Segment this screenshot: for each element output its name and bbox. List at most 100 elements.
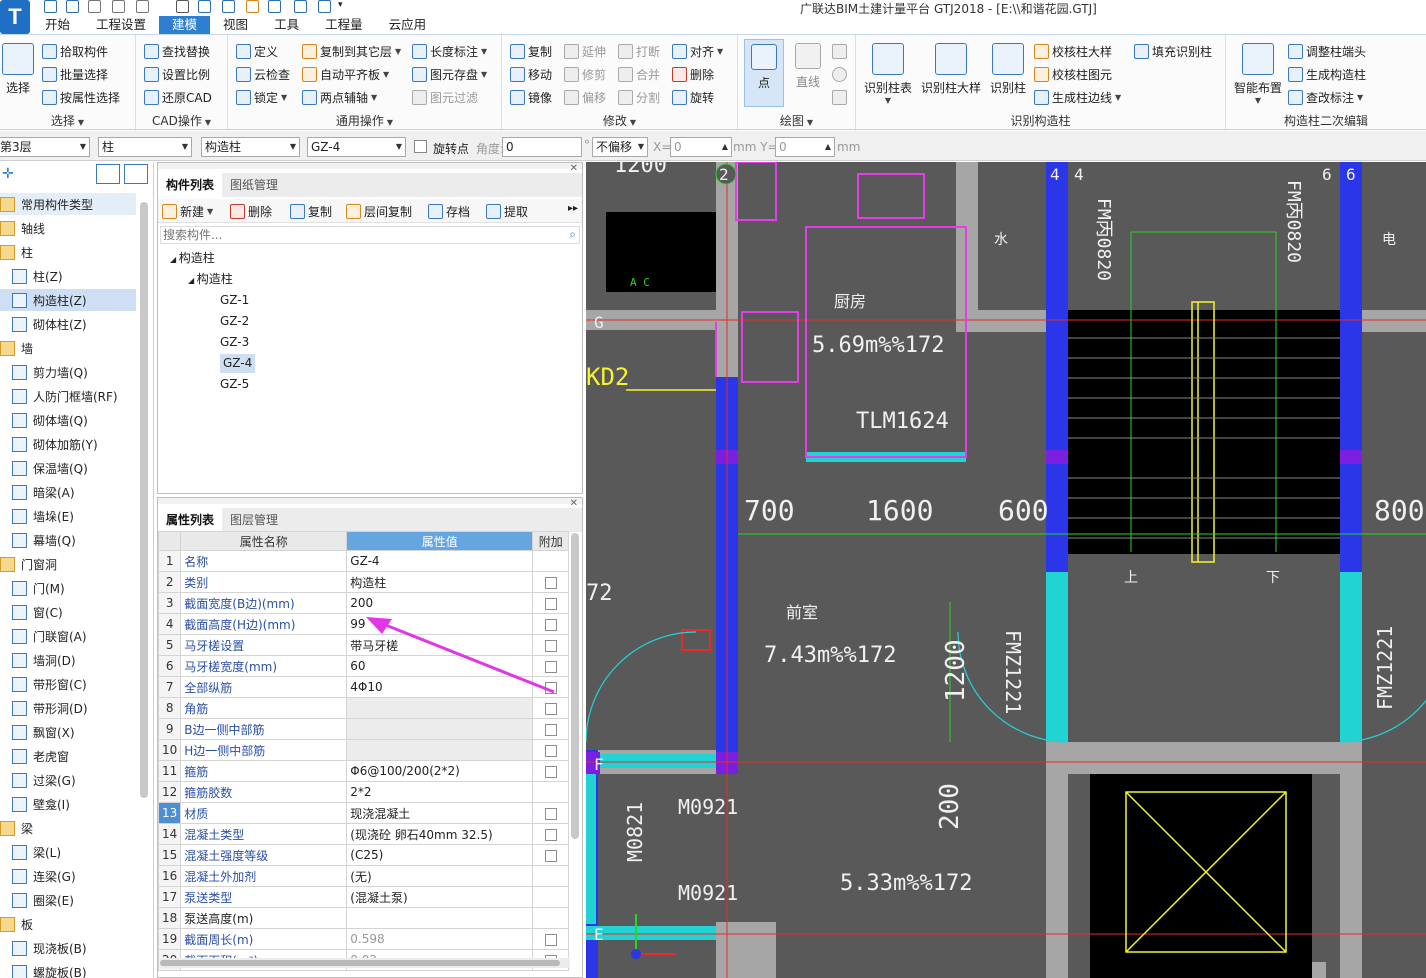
tree-item[interactable]: GZ-4 bbox=[220, 354, 256, 373]
nav-item[interactable]: 过梁(G) bbox=[0, 769, 136, 791]
property-row[interactable]: 15 混凝土强度等级 (C25) bbox=[157, 844, 570, 866]
rotate-button[interactable]: 旋转 bbox=[672, 87, 714, 107]
extra-checkbox[interactable] bbox=[544, 723, 557, 736]
property-scrollbar[interactable] bbox=[571, 533, 579, 839]
property-value[interactable]: 构造柱 bbox=[346, 571, 534, 593]
nav-item[interactable]: 墙垛(E) bbox=[0, 505, 136, 527]
extra-checkbox[interactable] bbox=[544, 849, 557, 862]
app-logo[interactable]: T bbox=[0, 0, 30, 34]
nav-item[interactable]: 剪力墙(Q) bbox=[0, 361, 136, 383]
property-value[interactable] bbox=[346, 907, 534, 929]
tab-drawing-management[interactable]: 图纸管理 bbox=[222, 173, 286, 197]
circle-button[interactable] bbox=[832, 64, 850, 84]
restore-cad-button[interactable]: 还原CAD bbox=[144, 87, 212, 107]
property-row[interactable]: 16 混凝土外加剂 (无) bbox=[157, 865, 570, 887]
tab-layer-management[interactable]: 图层管理 bbox=[222, 508, 286, 532]
table-icon[interactable] bbox=[268, 0, 281, 13]
trim-button[interactable]: 修剪 bbox=[564, 64, 606, 84]
floor-plan[interactable]: 1200 KD2 A C 厨房 5.69m%%172 TLM1624 700 1… bbox=[586, 162, 1426, 978]
nav-item[interactable]: 现浇板(B) bbox=[0, 937, 136, 959]
tree-item[interactable]: GZ-5 bbox=[220, 375, 249, 394]
element-filter-button[interactable]: 图元过滤 bbox=[412, 87, 478, 107]
copy-component-button[interactable]: 复制 bbox=[290, 201, 332, 221]
extra-checkbox[interactable] bbox=[544, 765, 557, 778]
nav-item[interactable]: 构造柱(Z) bbox=[0, 289, 136, 311]
property-row[interactable]: 3 截面宽度(B边)(mm) 200 bbox=[157, 592, 570, 614]
nav-item[interactable]: 砌体柱(Z) bbox=[0, 313, 136, 335]
pencil-icon[interactable] bbox=[246, 0, 259, 13]
nav-item[interactable]: 门联窗(A) bbox=[0, 625, 136, 647]
type-select[interactable]: 构造柱 ▼ bbox=[201, 137, 300, 157]
nav-item[interactable]: 保温墙(Q) bbox=[0, 457, 136, 479]
break-button[interactable]: 打断 bbox=[618, 41, 660, 61]
offset-button[interactable]: 偏移 bbox=[564, 87, 606, 107]
copy-button[interactable]: 复制 bbox=[510, 41, 552, 61]
draw-point-button[interactable]: 点 bbox=[744, 39, 784, 107]
nav-item[interactable]: 墙 bbox=[0, 337, 136, 359]
property-value[interactable]: 60 bbox=[346, 655, 534, 677]
property-row[interactable]: 10 H边一侧中部筋 bbox=[157, 739, 570, 761]
cross-floor-copy-button[interactable]: 层间复制 bbox=[346, 201, 412, 221]
customize-icon[interactable]: ▾ bbox=[338, 0, 343, 10]
menu-item-0[interactable]: 开始 bbox=[32, 16, 83, 34]
property-value[interactable]: 0.598 bbox=[346, 928, 534, 950]
x-input[interactable]: 0 ▲ bbox=[670, 137, 732, 157]
align-button[interactable]: 对齐 ▼ bbox=[672, 41, 723, 61]
nav-item[interactable]: 人防门框墙(RF) bbox=[0, 385, 136, 407]
property-value[interactable]: (C25) bbox=[346, 844, 534, 866]
property-row[interactable]: 5 马牙槎设置 带马牙槎 bbox=[157, 634, 570, 656]
save-icon[interactable] bbox=[44, 0, 57, 13]
menu-item-4[interactable]: 工具 bbox=[261, 16, 312, 34]
ribbon-group-cad-label[interactable]: CAD操作 ▼ bbox=[136, 112, 227, 129]
ribbon-group-select-label[interactable]: 选择 ▼ bbox=[0, 112, 135, 129]
nav-scrollbar[interactable] bbox=[140, 202, 148, 798]
tree-item[interactable]: GZ-1 bbox=[220, 291, 249, 310]
property-value[interactable]: (混凝土泵) bbox=[346, 886, 534, 908]
nav-item[interactable]: 柱(Z) bbox=[0, 265, 136, 287]
set-scale-button[interactable]: 设置比例 bbox=[144, 64, 210, 84]
property-row[interactable]: 13 材质 现浇混凝土 bbox=[157, 802, 570, 824]
verify-column-element-button[interactable]: 校核柱图元 bbox=[1034, 64, 1112, 84]
property-row[interactable]: 19 截面周长(m) 0.598 bbox=[157, 928, 570, 950]
property-value[interactable] bbox=[346, 697, 534, 719]
extra-checkbox[interactable] bbox=[544, 660, 557, 673]
move-button[interactable]: 移动 bbox=[510, 64, 552, 84]
nav-item[interactable]: 梁(L) bbox=[0, 841, 136, 863]
nav-item[interactable]: 飘窗(X) bbox=[0, 721, 136, 743]
property-value[interactable]: 99 bbox=[346, 613, 534, 635]
nav-item[interactable]: 幕墙(Q) bbox=[0, 529, 136, 551]
property-value[interactable]: 200 bbox=[346, 592, 534, 614]
find-replace-button[interactable]: 查找替换 bbox=[144, 41, 210, 61]
adjust-column-end-button[interactable]: 调整柱端头 bbox=[1288, 41, 1366, 61]
nav-item[interactable]: 门(M) bbox=[0, 577, 136, 599]
pin-icon[interactable]: ✛ bbox=[2, 166, 14, 182]
extra-checkbox[interactable] bbox=[544, 807, 557, 820]
angle-input[interactable]: 0 bbox=[502, 137, 582, 157]
copy-to-floor-button[interactable]: 复制到其它层 ▼ bbox=[302, 41, 401, 61]
split-button[interactable]: 分割 bbox=[618, 87, 660, 107]
property-value[interactable]: Φ6@100/200(2*2) bbox=[346, 760, 534, 782]
search-icon[interactable]: ⌕ bbox=[569, 227, 576, 242]
tree-group[interactable]: ◢ 构造柱 bbox=[188, 270, 233, 289]
nav-item[interactable]: 常用构件类型 bbox=[0, 193, 136, 215]
batch-select-button[interactable]: 批量选择 bbox=[42, 64, 108, 84]
property-row[interactable]: 4 截面高度(H边)(mm) 99 bbox=[157, 613, 570, 635]
fill-identify-column-button[interactable]: 填充识别柱 bbox=[1134, 41, 1212, 61]
extra-checkbox[interactable] bbox=[544, 639, 557, 652]
ribbon-group-modify-label[interactable]: 修改 ▼ bbox=[502, 112, 737, 129]
pick-component-button[interactable]: 拾取构件 bbox=[42, 41, 108, 61]
card-view-icon[interactable] bbox=[124, 164, 148, 184]
property-h-scroll-thumb[interactable] bbox=[160, 960, 560, 966]
nav-item[interactable]: 圈梁(E) bbox=[0, 889, 136, 911]
select-by-property-button[interactable]: 按属性选择 bbox=[42, 87, 120, 107]
identify-column-button[interactable]: 识别柱 bbox=[988, 43, 1028, 96]
generate-column-edge-button[interactable]: 生成柱边线 ▼ bbox=[1034, 87, 1121, 107]
list-view-icon[interactable] bbox=[96, 164, 120, 184]
property-row[interactable]: 14 混凝土类型 (现浇砼 卵石40mm 32.5) bbox=[157, 823, 570, 845]
nav-item[interactable]: 老虎窗 bbox=[0, 745, 136, 767]
tree-group[interactable]: ◢ 构造柱 bbox=[170, 249, 215, 268]
mirror-button[interactable]: 镜像 bbox=[510, 87, 552, 107]
define-button[interactable]: 定义 bbox=[236, 41, 278, 61]
verify-column-detail-button[interactable]: 校核柱大样 bbox=[1034, 41, 1112, 61]
expand-icon[interactable]: ◢ bbox=[188, 276, 197, 285]
